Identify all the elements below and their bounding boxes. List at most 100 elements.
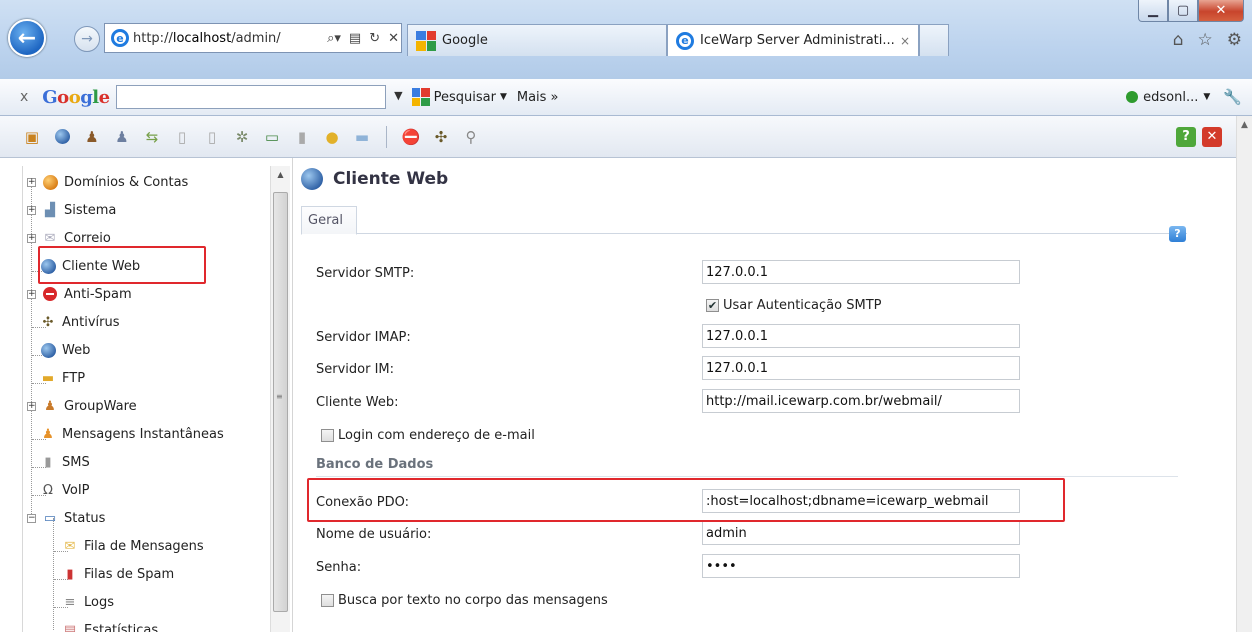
smtp-input[interactable]: 127.0.0.1 bbox=[702, 260, 1020, 284]
tree-item-antivirus[interactable]: ✣ Antivírus bbox=[39, 314, 120, 330]
close-toolbar-icon[interactable]: x bbox=[20, 89, 28, 105]
close-window-button[interactable]: ✕ bbox=[1198, 0, 1244, 22]
chevron-down-icon[interactable]: ▼ bbox=[394, 89, 402, 102]
smtp-auth-checkbox[interactable]: ✔ Usar Autenticação SMTP bbox=[706, 298, 881, 313]
scroll-up-icon[interactable]: ▲ bbox=[271, 166, 290, 179]
navigation-tree: + Domínios & Contas + ▟ Sistema + ✉ Correio C… bbox=[0, 158, 292, 632]
scroll-up-icon[interactable]: ▲ bbox=[1237, 116, 1252, 130]
stop-sign-icon[interactable]: ⛔ bbox=[401, 127, 421, 147]
tree-item-voip[interactable]: Ω VoIP bbox=[39, 482, 89, 498]
tab-geral[interactable]: Geral bbox=[301, 206, 357, 235]
password-input[interactable]: •••• bbox=[702, 554, 1020, 578]
stop-icon[interactable]: ✕ bbox=[386, 31, 401, 46]
tab-icewarp[interactable]: e IceWarp Server Administrati... × bbox=[667, 24, 919, 56]
wrench-icon[interactable]: 🔧 bbox=[1223, 88, 1242, 106]
refresh-icon[interactable]: ↻ bbox=[367, 31, 382, 46]
tree-item-sistema[interactable]: + ▟ Sistema bbox=[27, 202, 116, 218]
maximize-button[interactable]: ▢ bbox=[1168, 0, 1198, 22]
password-label: Senha: bbox=[316, 560, 362, 575]
group-icon: ♟ bbox=[44, 398, 56, 414]
tree-item-anti-spam[interactable]: + Anti-Spam bbox=[27, 286, 132, 302]
tree-item-fila-mensagens[interactable]: ✉ Fila de Mensagens bbox=[61, 538, 204, 554]
toolbar-right: ? ✕ bbox=[1176, 126, 1222, 147]
collapse-icon[interactable]: − bbox=[27, 513, 36, 523]
highlight-box bbox=[307, 478, 1065, 522]
new-tab-button[interactable] bbox=[919, 24, 949, 56]
expand-icon[interactable]: + bbox=[27, 233, 36, 243]
login-email-checkbox[interactable]: Login com endereço de e-mail bbox=[321, 428, 535, 443]
search-icon[interactable]: ⌕▾ bbox=[325, 31, 343, 46]
expand-icon[interactable]: + bbox=[27, 401, 36, 411]
tree-item-filas-spam[interactable]: ▮ Filas de Spam bbox=[61, 566, 174, 582]
expand-icon[interactable]: + bbox=[27, 289, 36, 299]
forward-button[interactable]: → bbox=[74, 26, 100, 52]
favorites-star-icon[interactable]: ☆ bbox=[1198, 30, 1213, 50]
gear-icon[interactable]: ⚙ bbox=[1227, 30, 1242, 50]
group-icon[interactable]: ♟ bbox=[112, 127, 132, 147]
tree-item-logs[interactable]: ≡ Logs bbox=[61, 594, 114, 610]
checkbox-unchecked[interactable] bbox=[321, 594, 334, 607]
back-button[interactable]: ← bbox=[8, 19, 46, 57]
toolbar-separator bbox=[386, 125, 387, 148]
help-button[interactable]: ? bbox=[1176, 126, 1196, 147]
tree-item-ftp[interactable]: ▬ FTP bbox=[39, 370, 85, 386]
main-panel: Cliente Web Geral ? Servidor SMTP: 127.0… bbox=[292, 158, 1236, 632]
pesquisar-button[interactable]: Pesquisar ▼ bbox=[411, 88, 507, 106]
arrows-icon[interactable]: ⇆ bbox=[142, 127, 162, 147]
address-bar[interactable]: e http://localhost/admin/ ⌕▾ ▤ ↻ ✕ bbox=[104, 23, 402, 53]
user-icon[interactable]: ♟ bbox=[82, 127, 102, 147]
tree-item-mensagens[interactable]: ♟ Mensagens Instantâneas bbox=[39, 426, 224, 442]
google-search-input[interactable]: ▼ bbox=[115, 85, 403, 109]
device-icon[interactable]: ▮ bbox=[292, 127, 312, 147]
antivirus-icon[interactable]: ✣ bbox=[431, 127, 451, 147]
headset-icon: Ω bbox=[43, 482, 53, 498]
username-input[interactable]: admin bbox=[702, 521, 1020, 545]
monitor-icon[interactable]: ▭ bbox=[262, 127, 282, 147]
tree-item-label: Status bbox=[64, 510, 106, 526]
chat-bubble-icon[interactable]: ● bbox=[322, 127, 342, 147]
home-icon[interactable]: ⌂ bbox=[1173, 30, 1184, 50]
tab-google[interactable]: Google bbox=[407, 24, 667, 56]
webclient-input[interactable]: http://mail.icewarp.com.br/webmail/ bbox=[702, 389, 1020, 413]
tree-item-groupware[interactable]: + ♟ GroupWare bbox=[27, 398, 137, 414]
settings-icon[interactable]: ✲ bbox=[232, 127, 252, 147]
fulltext-search-checkbox[interactable]: Busca por texto no corpo das mensagens bbox=[321, 593, 608, 608]
smtp-auth-label: Usar Autenticação SMTP bbox=[723, 298, 882, 313]
address-url[interactable]: http://localhost/admin/ bbox=[133, 31, 321, 46]
globe-icon[interactable] bbox=[52, 127, 72, 147]
scroll-thumb[interactable] bbox=[273, 192, 288, 612]
tree-item-label: SMS bbox=[62, 454, 90, 470]
filter-icon[interactable]: ⚲ bbox=[461, 127, 481, 147]
document-icon[interactable]: ▯ bbox=[172, 127, 192, 147]
domains-icon[interactable]: ▣ bbox=[22, 127, 42, 147]
user-account-button[interactable]: edsonl... ▼ 🔧 bbox=[1126, 88, 1242, 106]
im-input[interactable]: 127.0.0.1 bbox=[702, 356, 1020, 380]
close-tab-icon[interactable]: × bbox=[900, 34, 910, 48]
help-icon[interactable]: ? bbox=[1169, 226, 1186, 242]
compatibility-icon[interactable]: ▤ bbox=[347, 31, 363, 46]
tree-item-dominios[interactable]: + Domínios & Contas bbox=[27, 174, 188, 190]
monitor-icon: ▭ bbox=[43, 510, 57, 526]
device-icon: ▮ bbox=[44, 454, 52, 470]
checkbox-checked[interactable]: ✔ bbox=[706, 299, 719, 312]
minimize-button[interactable]: ▁ bbox=[1138, 0, 1168, 22]
page-scrollbar[interactable]: ▲ bbox=[1236, 116, 1252, 632]
imap-input[interactable]: 127.0.0.1 bbox=[702, 324, 1020, 348]
documents-icon[interactable]: ▯ bbox=[202, 127, 222, 147]
tree-item-sms[interactable]: ▮ SMS bbox=[39, 454, 90, 470]
checkbox-unchecked[interactable] bbox=[321, 429, 334, 442]
forward-arrow-icon: → bbox=[81, 31, 93, 47]
expand-icon[interactable]: + bbox=[27, 177, 36, 187]
tree-item-status[interactable]: − ▭ Status bbox=[27, 510, 105, 526]
browser-right-icons: ⌂ ☆ ⚙ bbox=[1173, 30, 1242, 50]
title-bar: ▁ ▢ ✕ ← → e http://localhost/admin/ ⌕▾ ▤… bbox=[0, 0, 1252, 79]
tree-item-web[interactable]: Web bbox=[39, 342, 90, 358]
mais-button[interactable]: Mais » bbox=[517, 90, 559, 105]
tree-item-estatisticas[interactable]: ▤ Estatísticas bbox=[61, 622, 158, 632]
folder-icon[interactable]: ▬ bbox=[352, 127, 372, 147]
page-title-text: Cliente Web bbox=[333, 169, 449, 189]
tree-item-correio[interactable]: + ✉ Correio bbox=[27, 230, 111, 246]
tree-scrollbar[interactable]: ▲ ≡ bbox=[270, 166, 290, 632]
close-button[interactable]: ✕ bbox=[1202, 126, 1222, 147]
expand-icon[interactable]: + bbox=[27, 205, 36, 215]
